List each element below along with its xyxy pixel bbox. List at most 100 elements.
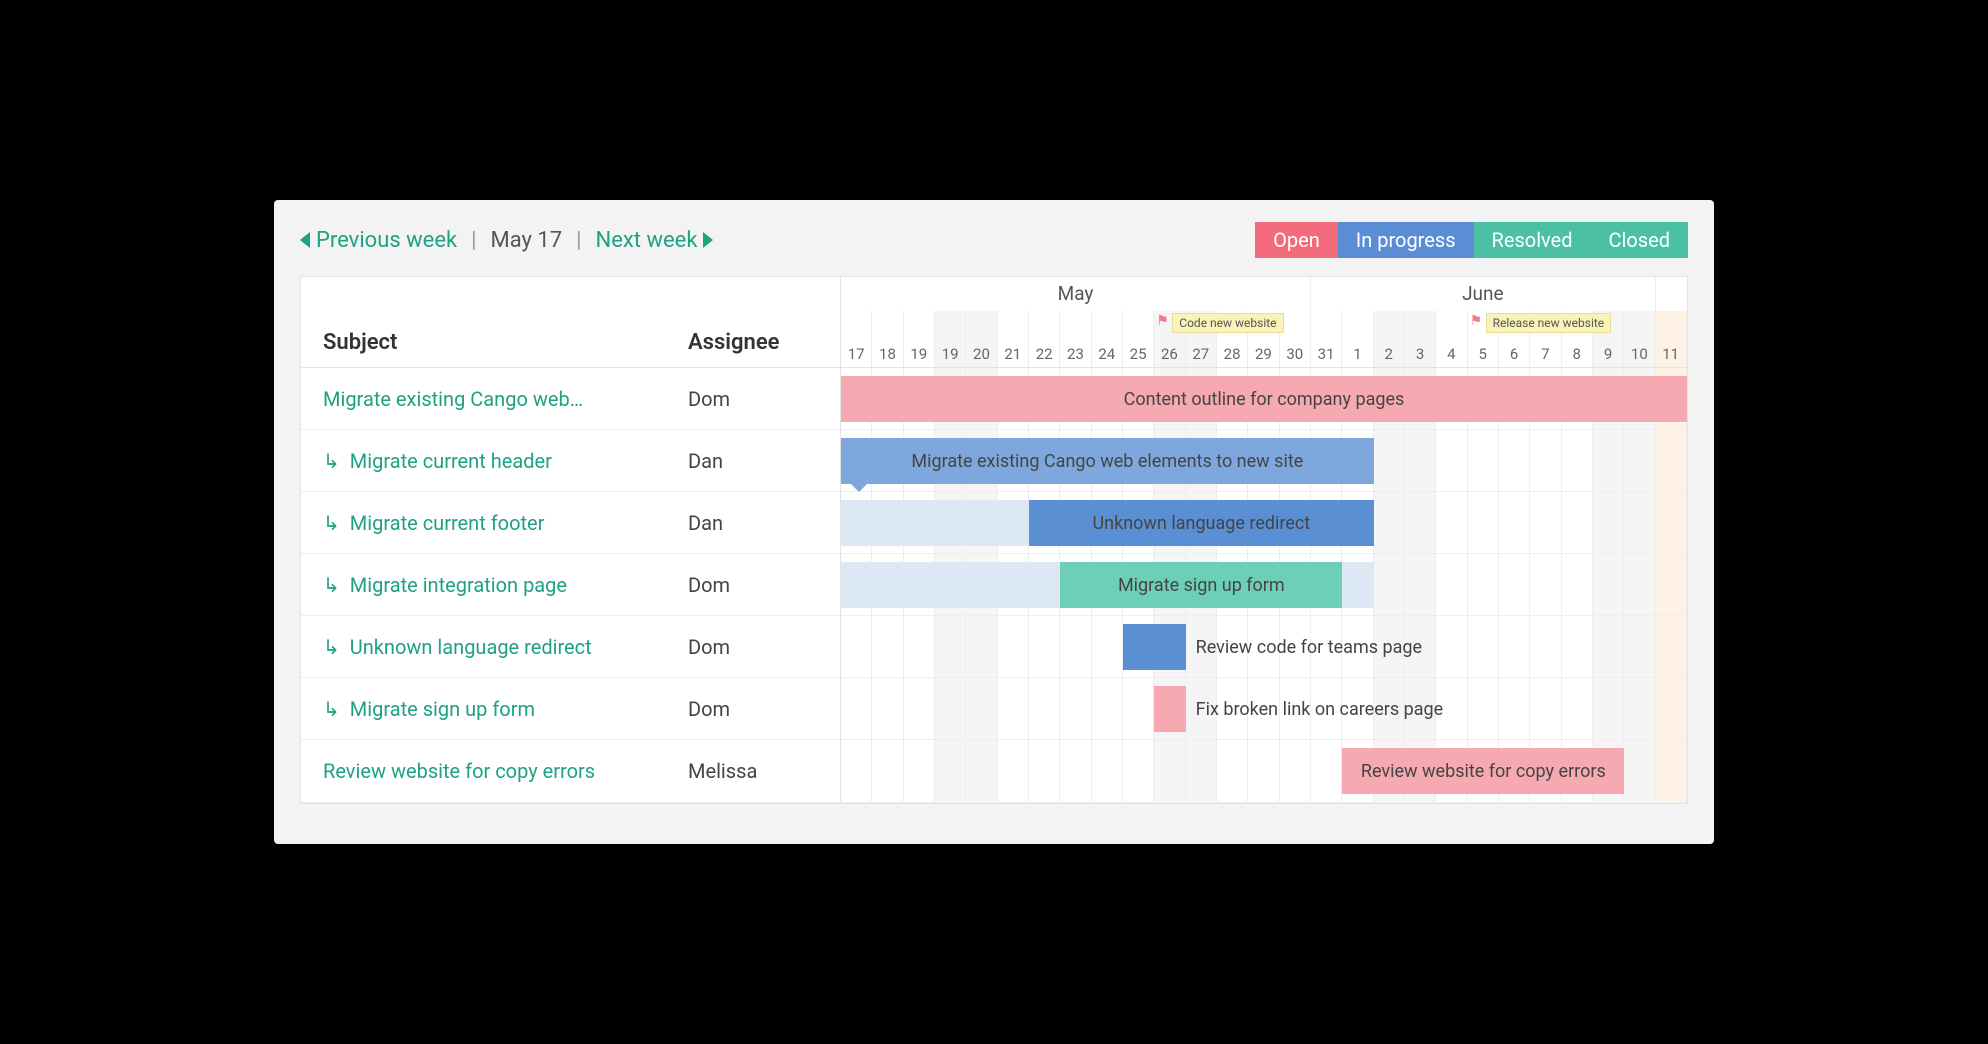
timeline-row: Migrate sign up form: [841, 554, 1687, 616]
subtask-arrow-icon: ↳: [323, 635, 340, 659]
nav-separator: |: [576, 228, 581, 253]
day-cell: 11: [1656, 311, 1687, 367]
task-assignee: Dom: [688, 635, 818, 659]
subtask-arrow-icon: ↳: [323, 511, 340, 535]
task-row: ↳Migrate current footerDan: [301, 492, 840, 554]
timeline-row: Review website for copy errors: [841, 740, 1687, 802]
milestone-label: Release new website: [1486, 313, 1612, 333]
gantt-bar-label: Migrate existing Cango web elements to n…: [911, 451, 1303, 472]
milestone-label: Code new website: [1172, 313, 1283, 333]
subtask-arrow-icon: ↳: [323, 697, 340, 721]
subtask-arrow-icon: ↳: [323, 573, 340, 597]
task-row: Migrate existing Cango web…Dom: [301, 368, 840, 430]
legend-in-progress[interactable]: In progress: [1338, 222, 1474, 258]
task-assignee: Dan: [688, 449, 818, 473]
day-cell: 17: [841, 311, 872, 367]
timeline-header: MayJune 1718191920212223242526⚑Code new …: [841, 277, 1687, 367]
day-cell: 18: [872, 311, 903, 367]
subtask-arrow-icon: ↳: [323, 449, 340, 473]
task-list: Migrate existing Cango web…Dom↳Migrate c…: [301, 368, 841, 802]
task-subject-link[interactable]: Migrate existing Cango web…: [323, 387, 688, 411]
day-cell: 2: [1374, 311, 1405, 367]
day-cell: 19: [904, 311, 935, 367]
timeline-body: Content outline for company pages Migrate…: [841, 368, 1687, 802]
gantt-bar[interactable]: Review website for copy errors: [1342, 748, 1624, 794]
task-row: ↳Migrate sign up formDom: [301, 678, 840, 740]
task-row: Review website for copy errorsMelissa: [301, 740, 840, 802]
gantt-bar-label: Review website for copy errors: [1361, 761, 1606, 782]
day-cell: 3: [1405, 311, 1436, 367]
gantt-bar-label: Review code for teams page: [1196, 637, 1422, 658]
gantt-bar[interactable]: Fix broken link on careers page: [1154, 686, 1185, 732]
task-assignee: Dom: [688, 697, 818, 721]
task-assignee: Melissa: [688, 759, 818, 783]
gantt-bar[interactable]: [1342, 562, 1373, 608]
day-cell: 20: [966, 311, 997, 367]
prev-week-label: Previous week: [316, 228, 457, 253]
bar-tail-icon: [851, 484, 867, 492]
timeline-row: Content outline for company pages: [841, 368, 1687, 430]
current-date: May 17: [491, 228, 563, 253]
gantt-bar-label: Unknown language redirect: [1092, 513, 1310, 534]
gantt-bar-label: Migrate sign up form: [1118, 575, 1285, 596]
gantt-header: Subject Assignee MayJune 171819192021222…: [301, 277, 1687, 368]
task-assignee: Dom: [688, 573, 818, 597]
gantt-bar[interactable]: Migrate sign up form: [1060, 562, 1342, 608]
day-cell: 25: [1123, 311, 1154, 367]
day-cell: 24: [1092, 311, 1123, 367]
column-assignee: Assignee: [688, 330, 818, 355]
task-row: ↳Migrate current headerDan: [301, 430, 840, 492]
month-cell: May: [841, 277, 1311, 311]
column-subject: Subject: [323, 330, 688, 355]
day-cell: 5⚑Release new website: [1468, 311, 1499, 367]
gantt-chart: Subject Assignee MayJune 171819192021222…: [300, 276, 1688, 804]
day-cell: 21: [998, 311, 1029, 367]
day-cell: 22: [1029, 311, 1060, 367]
day-cell: 26⚑Code new website: [1154, 311, 1185, 367]
task-subject-link[interactable]: ↳Migrate sign up form: [323, 697, 688, 721]
task-subject-link[interactable]: ↳Unknown language redirect: [323, 635, 688, 659]
chevron-right-icon: [703, 232, 713, 248]
gantt-body: Migrate existing Cango web…Dom↳Migrate c…: [301, 368, 1687, 803]
topbar: Previous week | May 17 | Next week OpenI…: [300, 222, 1688, 258]
task-assignee: Dom: [688, 387, 818, 411]
timeline-row: Migrate existing Cango web elements to n…: [841, 430, 1687, 492]
nav-separator: |: [471, 228, 476, 253]
task-row: ↳Unknown language redirectDom: [301, 616, 840, 678]
day-cell: 30: [1280, 311, 1311, 367]
gantt-bar-label: Fix broken link on careers page: [1196, 699, 1444, 720]
left-header-col: Subject Assignee: [301, 277, 841, 367]
legend-closed[interactable]: Closed: [1591, 222, 1689, 258]
status-legend: OpenIn progressResolvedClosed: [1255, 222, 1688, 258]
week-nav: Previous week | May 17 | Next week: [300, 228, 713, 253]
month-cell: June: [1311, 277, 1656, 311]
day-cell: 4: [1436, 311, 1467, 367]
day-cell: 23: [1060, 311, 1091, 367]
gantt-bar[interactable]: Migrate existing Cango web elements to n…: [841, 438, 1374, 484]
task-subject-link[interactable]: ↳Migrate current header: [323, 449, 688, 473]
gantt-bar-label: Content outline for company pages: [1124, 389, 1405, 410]
gantt-bar[interactable]: [841, 562, 1060, 608]
day-cell: 19: [935, 311, 966, 367]
legend-open[interactable]: Open: [1255, 222, 1338, 258]
legend-resolved[interactable]: Resolved: [1474, 222, 1591, 258]
prev-week-link[interactable]: Previous week: [300, 228, 457, 253]
gantt-bar[interactable]: Unknown language redirect: [1029, 500, 1374, 546]
day-cell: 1: [1342, 311, 1373, 367]
day-cell: 31: [1311, 311, 1342, 367]
task-subject-link[interactable]: ↳Migrate integration page: [323, 573, 688, 597]
milestone-flag-icon: ⚑: [1470, 313, 1483, 329]
timeline-row: Fix broken link on careers page: [841, 678, 1687, 740]
timeline-row: Unknown language redirect: [841, 492, 1687, 554]
task-subject-link[interactable]: Review website for copy errors: [323, 759, 688, 783]
gantt-bar[interactable]: Review code for teams page: [1123, 624, 1186, 670]
task-assignee: Dan: [688, 511, 818, 535]
timeline-row: Review code for teams page: [841, 616, 1687, 678]
gantt-bar[interactable]: Content outline for company pages: [841, 376, 1687, 422]
task-subject-link[interactable]: ↳Migrate current footer: [323, 511, 688, 535]
next-week-link[interactable]: Next week: [596, 228, 714, 253]
chevron-left-icon: [300, 232, 310, 248]
gantt-bar[interactable]: [841, 500, 1029, 546]
next-week-label: Next week: [596, 228, 698, 253]
gantt-panel: Previous week | May 17 | Next week OpenI…: [274, 200, 1714, 844]
